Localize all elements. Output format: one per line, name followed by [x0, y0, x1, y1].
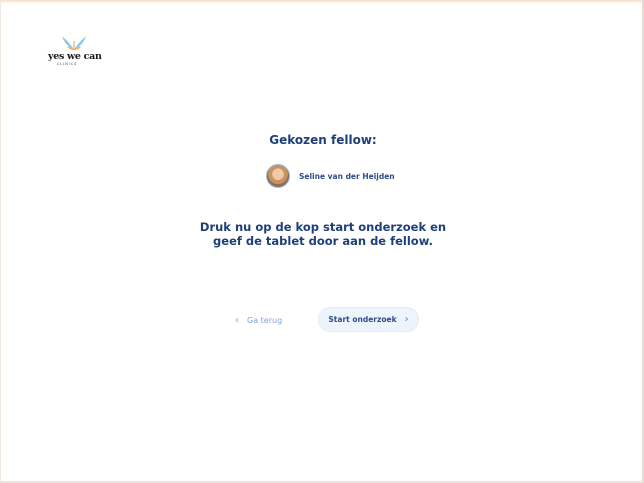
selected-fellow: Seline van der Heijden [266, 163, 395, 189]
brand-name: yes we can [48, 51, 102, 62]
instruction-line-2: geef de tablet door aan de fellow. [213, 234, 433, 248]
instruction-line-1: Druk nu op de kop start onderzoek en [199, 220, 447, 234]
avatar [266, 164, 290, 188]
chevron-left-icon: ‹ [235, 314, 239, 326]
brand-subtitle: CLINICS [57, 62, 78, 66]
instruction-text: Druk nu op de kop start onderzoek en gee… [1, 220, 644, 248]
butterfly-logo-icon [62, 36, 86, 50]
chevron-right-icon: › [404, 314, 409, 325]
page-title: Gekozen fellow: [269, 133, 377, 147]
back-button-label: Ga terug [247, 315, 283, 325]
back-button[interactable]: ‹ Ga terug [235, 311, 282, 329]
start-investigation-button[interactable]: Start onderzoek › [318, 307, 419, 332]
fellow-name: Seline van der Heijden [299, 171, 395, 181]
brand-logo: yes we can CLINICS [48, 35, 108, 66]
page: yes we can CLINICS Gekozen fellow: Selin… [0, 0, 644, 483]
start-button-label: Start onderzoek [328, 315, 397, 324]
